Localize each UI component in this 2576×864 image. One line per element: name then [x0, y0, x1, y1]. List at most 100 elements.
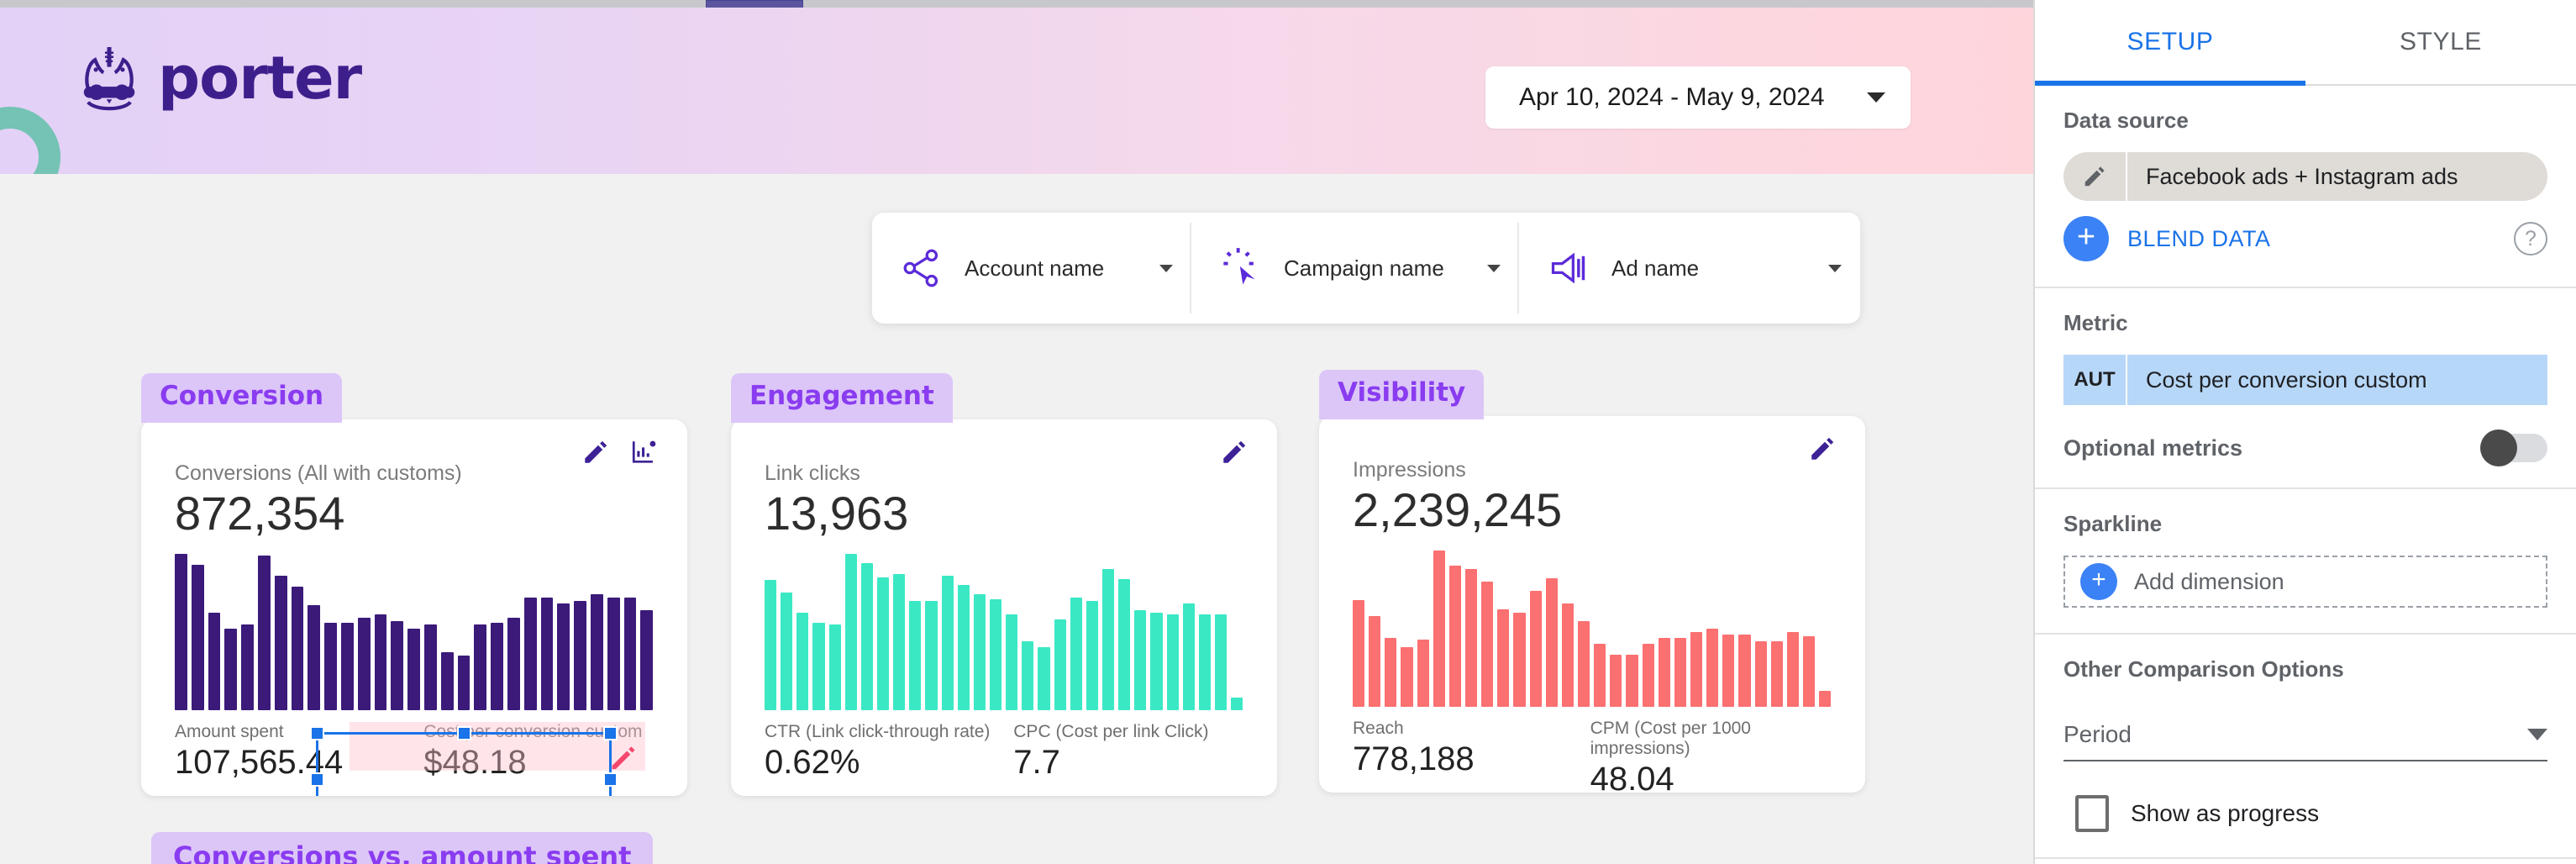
tab-style[interactable]: STYLE [2305, 0, 2576, 84]
visibility-sub-cpm[interactable]: CPM (Cost per 1000 impressions) 48.04 [1590, 719, 1835, 793]
porter-wordmark: porter [158, 44, 362, 113]
filter-account-name[interactable]: Account name [872, 213, 1191, 324]
sparkline-bar [1802, 636, 1816, 707]
pencil-icon[interactable] [1808, 435, 1837, 463]
sparkline-bar [925, 600, 938, 710]
sparkline-bar [1464, 569, 1478, 707]
show-as-progress-checkbox[interactable] [2075, 795, 2109, 832]
sub-metric-value: 0.62% [765, 743, 860, 781]
show-as-progress-row[interactable]: Show as progress [2063, 795, 2547, 832]
panel-section-metric: Metric AUT Cost per conversion custom Op… [2035, 288, 2576, 489]
engagement-sub-cpc[interactable]: CPC (Cost per link Click) 7.7 [1013, 722, 1247, 782]
sparkline-bar [1819, 691, 1832, 707]
add-dimension-dropzone[interactable]: + Add dimension [2063, 556, 2547, 608]
pencil-icon[interactable] [581, 438, 610, 466]
sparkline-bar [1101, 569, 1115, 710]
chevron-down-icon [2527, 729, 2547, 740]
chevron-down-icon [1487, 264, 1501, 272]
data-source-chip[interactable]: Facebook ads + Instagram ads [2063, 152, 2547, 201]
sparkline-bar [374, 614, 387, 710]
sparkline-bar [781, 593, 793, 710]
sparkline-bar [607, 597, 620, 710]
sub-metric-label: CPM (Cost per 1000 impressions) [1590, 718, 1751, 758]
sparkline-bar [1166, 614, 1179, 710]
filter-ad-name-label: Ad name [1611, 255, 1700, 281]
sparkline-bar [474, 624, 487, 710]
sparkline-bar [1786, 631, 1799, 707]
sparkline-bar [1610, 655, 1622, 707]
sparkline-bar [1086, 600, 1098, 710]
conversion-sparkline [175, 553, 657, 710]
sparkline-bar [1353, 600, 1365, 707]
engagement-sparkline [765, 553, 1247, 710]
conversion-sub-amount-spent[interactable]: Amount spent 107,565.44 [175, 722, 423, 782]
sparkline-bar [1577, 620, 1590, 707]
sparkline-bar [812, 622, 825, 710]
sparkline-bar [989, 598, 1002, 710]
sparkline-bar [1214, 614, 1228, 710]
pencil-icon[interactable] [1220, 438, 1249, 466]
panel-section-comparison: Other Comparison Options Period Show as … [2035, 635, 2576, 859]
sparkline-bar [1231, 697, 1243, 710]
metric-title: Metric [2063, 310, 2128, 335]
scorecard-visibility-body[interactable]: Impressions 2,239,245 Reach 778,188 CPM … [1319, 416, 1865, 793]
blend-data-row[interactable]: + BLEND DATA ? [2063, 216, 2547, 261]
question-mark-icon[interactable]: ? [2514, 222, 2547, 256]
panel-section-data-source: Data source Facebook ads + Instagram ads… [2035, 86, 2576, 288]
sparkline-bar [407, 629, 420, 710]
show-as-progress-label: Show as progress [2131, 800, 2320, 826]
sub-metric-value: 7.7 [1013, 743, 1060, 781]
cursor-click-icon [1223, 248, 1255, 285]
scorecard-visibility: Visibility Impressions 2,239,245 Reach 7… [1319, 370, 1865, 793]
plus-icon[interactable]: + [2080, 563, 2117, 600]
sub-metric-label: Reach [1353, 718, 1404, 738]
blend-data-label: BLEND DATA [2127, 225, 2271, 251]
sparkline-title: Sparkline [2063, 511, 2163, 536]
visibility-primary-value: 2,239,245 [1353, 483, 1563, 536]
sub-metric-label: Cost per conversion custom [423, 721, 643, 741]
sub-metric-label: CTR (Link click-through rate) [765, 721, 991, 741]
pencil-icon[interactable] [2063, 152, 2127, 201]
tab-setup[interactable]: SETUP [2035, 0, 2305, 86]
sparkline-bar [828, 624, 841, 710]
metric-chip[interactable]: AUT Cost per conversion custom [2063, 355, 2547, 405]
date-range-selector[interactable]: Apr 10, 2024 - May 9, 2024 [1485, 66, 1911, 129]
chart-settings-icon[interactable] [630, 438, 659, 466]
sparkline-bar [224, 629, 238, 710]
scorecard-engagement-body[interactable]: Link clicks 13,963 CTR (Link click-throu… [731, 419, 1277, 796]
sparkline-bar [1198, 614, 1211, 710]
panel-tab-bar: SETUP STYLE [2035, 0, 2576, 86]
period-select[interactable]: Period [2063, 721, 2547, 761]
date-range-value: Apr 10, 2024 - May 9, 2024 [1519, 83, 1825, 111]
engagement-primary-label: Link clicks [765, 461, 860, 485]
plus-icon[interactable]: + [2063, 216, 2109, 261]
filter-bar: Account name Campaign name Ad name [872, 213, 1860, 324]
pink-pencil-cursor-icon [612, 746, 635, 770]
sparkline-bar [308, 605, 321, 710]
engagement-primary-value: 13,963 [765, 487, 909, 540]
filter-campaign-name[interactable]: Campaign name [1191, 213, 1519, 324]
scorecard-engagement-actions [1220, 438, 1249, 466]
engagement-sub-ctr[interactable]: CTR (Link click-through rate) 0.62% [765, 722, 1013, 782]
sparkline-bar [1529, 591, 1542, 707]
optional-metrics-toggle[interactable] [2480, 429, 2547, 466]
porter-logo: porter [74, 43, 362, 113]
data-source-name: Facebook ads + Instagram ads [2146, 163, 2458, 189]
filter-ad-name[interactable]: Ad name [1519, 213, 1860, 324]
sparkline-bar [175, 553, 187, 710]
visibility-sub-reach[interactable]: Reach 778,188 [1353, 719, 1590, 793]
scorecard-conversion-body[interactable]: Conversions (All with customs) 872,354 A… [141, 419, 687, 796]
sub-metric-label: Amount spent [175, 721, 284, 741]
scorecard-conversion: Conversion Conversions (All with customs… [141, 373, 687, 796]
metric-type-badge: AUT [2063, 355, 2127, 405]
window-top-strip [0, 0, 2033, 8]
sparkline-bar [1497, 609, 1510, 707]
sparkline-bar [1545, 578, 1558, 707]
sparkline-bar [1722, 635, 1735, 707]
sparkline-bar [1401, 647, 1413, 707]
sparkline-bar [957, 585, 970, 710]
sparkline-bar [860, 562, 873, 710]
sparkline-bar [876, 577, 890, 710]
report-header-banner: porter Apr 10, 2024 - May 9, 2024 [0, 8, 2033, 174]
sparkline-bar [1674, 637, 1686, 707]
